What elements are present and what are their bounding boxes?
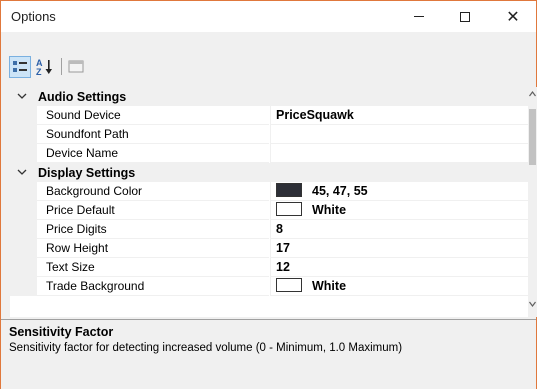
property-value[interactable] bbox=[270, 144, 528, 163]
vertical-scrollbar[interactable] bbox=[528, 87, 537, 317]
row-margin bbox=[10, 258, 37, 277]
row-margin bbox=[10, 163, 37, 182]
property-name: Soundfont Path bbox=[37, 125, 269, 144]
property-pages-icon bbox=[68, 60, 84, 73]
toolbar-separator bbox=[61, 58, 62, 75]
color-swatch bbox=[276, 183, 302, 198]
property-name: Trade Background bbox=[37, 277, 269, 296]
property-row-price-digits[interactable]: Price Digits 8 bbox=[10, 220, 528, 239]
property-name: Price Digits bbox=[37, 220, 269, 239]
close-button[interactable]: ✕ bbox=[490, 1, 536, 32]
property-value[interactable]: 12 bbox=[270, 258, 528, 277]
help-title: Sensitivity Factor bbox=[9, 325, 114, 339]
alphabetical-sort-icon: A Z bbox=[36, 58, 52, 77]
chevron-down-icon[interactable] bbox=[16, 166, 28, 178]
title-bar[interactable]: Options ✕ bbox=[1, 1, 536, 32]
property-value[interactable]: 8 bbox=[270, 220, 528, 239]
property-row-device-name[interactable]: Device Name bbox=[10, 144, 528, 163]
property-row-trade-background[interactable]: Trade Background White bbox=[10, 277, 528, 296]
property-value[interactable] bbox=[270, 125, 528, 144]
options-window: Options ✕ A Z Audio Settings Sound Devic… bbox=[0, 0, 537, 389]
minimize-button[interactable] bbox=[396, 1, 442, 32]
help-panel: Sensitivity Factor Sensitivity factor fo… bbox=[1, 319, 536, 389]
property-row-price-default[interactable]: Price Default White bbox=[10, 201, 528, 220]
property-row-text-size[interactable]: Text Size 12 bbox=[10, 258, 528, 277]
property-value[interactable]: White bbox=[270, 277, 528, 296]
property-name: Text Size bbox=[37, 258, 269, 277]
chevron-down-icon[interactable] bbox=[16, 90, 28, 102]
maximize-icon bbox=[460, 11, 470, 22]
minimize-icon bbox=[414, 16, 424, 17]
row-margin bbox=[10, 201, 37, 220]
row-margin bbox=[10, 144, 37, 163]
property-name: Sound Device bbox=[37, 106, 269, 125]
property-value-text: 12 bbox=[276, 260, 290, 274]
alphabetical-button[interactable]: A Z bbox=[34, 56, 56, 78]
property-row-sound-device[interactable]: Sound Device PriceSquawk bbox=[10, 106, 528, 125]
help-description: Sensitivity factor for detecting increas… bbox=[9, 342, 403, 354]
row-margin bbox=[10, 220, 37, 239]
property-grid-toolbar: A Z bbox=[1, 52, 536, 82]
property-value-text: White bbox=[312, 203, 347, 217]
scroll-down-arrow-icon[interactable] bbox=[528, 297, 537, 311]
property-value-text: 8 bbox=[276, 222, 283, 236]
scrollbar-thumb[interactable] bbox=[529, 109, 536, 165]
property-value[interactable]: 17 bbox=[270, 239, 528, 258]
property-value-text: 45, 47, 55 bbox=[312, 184, 368, 198]
property-value-text: White bbox=[312, 279, 347, 293]
categorized-button[interactable] bbox=[9, 56, 31, 78]
property-value-text: 17 bbox=[276, 241, 290, 255]
property-value[interactable]: White bbox=[270, 201, 528, 220]
row-margin bbox=[10, 182, 37, 201]
property-value-text: PriceSquawk bbox=[276, 108, 354, 122]
category-row-audio-settings[interactable]: Audio Settings bbox=[10, 87, 528, 106]
property-name: Row Height bbox=[37, 239, 269, 258]
maximize-button[interactable] bbox=[442, 1, 488, 32]
color-swatch bbox=[276, 202, 302, 217]
color-swatch bbox=[276, 278, 302, 293]
property-row-soundfont-path[interactable]: Soundfont Path bbox=[10, 125, 528, 144]
row-margin bbox=[10, 87, 37, 106]
close-icon: ✕ bbox=[506, 6, 520, 26]
property-value[interactable]: 45, 47, 55 bbox=[270, 182, 528, 201]
categorized-icon bbox=[13, 61, 27, 72]
property-name: Price Default bbox=[37, 201, 269, 220]
category-label: Audio Settings bbox=[38, 90, 127, 104]
row-margin bbox=[10, 277, 37, 296]
category-label: Display Settings bbox=[38, 166, 136, 180]
row-margin bbox=[10, 106, 37, 125]
property-value[interactable]: PriceSquawk bbox=[270, 106, 528, 125]
scroll-up-arrow-icon[interactable] bbox=[528, 87, 537, 101]
property-name: Background Color bbox=[37, 182, 269, 201]
property-pages-button[interactable] bbox=[65, 56, 87, 78]
window-title: Options bbox=[11, 9, 56, 24]
property-grid: Audio Settings Sound Device PriceSquawk … bbox=[10, 87, 528, 317]
property-name: Device Name bbox=[37, 144, 269, 163]
row-margin bbox=[10, 125, 37, 144]
category-row-display-settings[interactable]: Display Settings bbox=[10, 163, 528, 182]
property-row-background-color[interactable]: Background Color 45, 47, 55 bbox=[10, 182, 528, 201]
property-row-row-height[interactable]: Row Height 17 bbox=[10, 239, 528, 258]
svg-text:Z: Z bbox=[36, 67, 42, 77]
row-margin bbox=[10, 239, 37, 258]
